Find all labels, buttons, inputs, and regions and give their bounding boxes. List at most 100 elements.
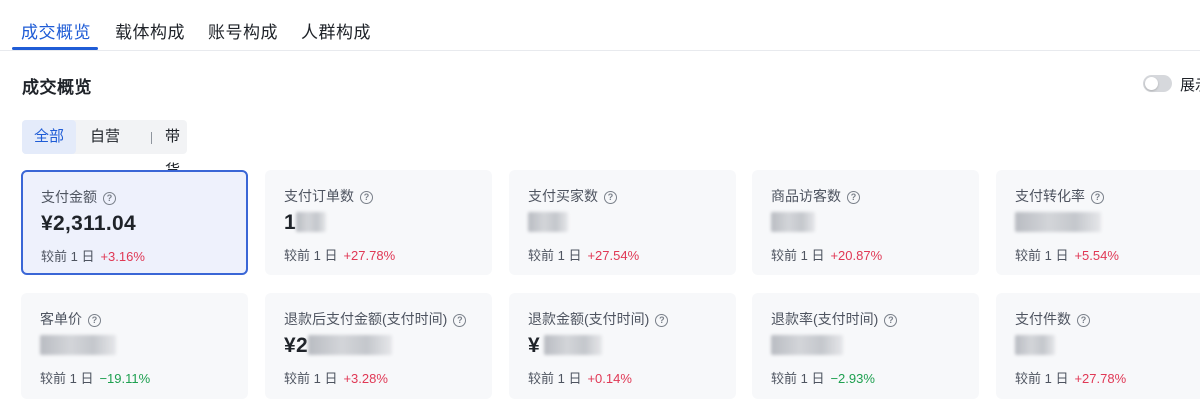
metric-compare: 较前 1 日 −19.11%	[40, 368, 150, 387]
metric-compare: 较前 1 日 −2.93%	[771, 368, 875, 387]
filter-divider	[151, 132, 152, 144]
redacted-value-mask	[1015, 212, 1101, 232]
help-icon[interactable]: ?	[847, 191, 860, 204]
metric-compare: 较前 1 日 +3.16%	[41, 246, 145, 265]
compare-label: 较前 1 日	[528, 248, 582, 263]
redacted-value-mask	[528, 212, 568, 232]
metric-delta: −2.93%	[830, 371, 875, 386]
metric-compare: 较前 1 日 +5.54%	[1015, 245, 1119, 264]
toggle-knob	[1145, 77, 1158, 90]
metric-delta: +27.78%	[343, 248, 396, 263]
metric-value	[1015, 211, 1101, 235]
metric-compare: 较前 1 日 +20.87%	[771, 245, 882, 264]
metric-compare: 较前 1 日 +27.78%	[1015, 368, 1126, 387]
metric-label: 支付订单数	[284, 188, 354, 204]
help-icon[interactable]: ?	[604, 191, 617, 204]
help-icon[interactable]: ?	[1091, 191, 1104, 204]
tab-transaction-overview[interactable]: 成交概览	[21, 18, 91, 43]
metric-value: ¥2,311.04	[41, 212, 136, 235]
channel-filter: 全部 自营 带货	[22, 120, 187, 179]
metric-card-avg-order-value[interactable]: 客单价? 较前 1 日 −19.11%	[21, 293, 248, 399]
metric-value-text: 1	[284, 211, 296, 234]
metric-value	[771, 211, 815, 235]
metric-label: 退款率(支付时间)	[771, 311, 879, 327]
redacted-value-mask	[40, 335, 116, 355]
metric-label-wrap: 支付金额?	[41, 187, 116, 207]
compare-label: 较前 1 日	[528, 371, 582, 386]
metric-delta: +3.16%	[100, 249, 145, 264]
metric-value: 1	[284, 211, 326, 235]
metric-card-refund-rate[interactable]: 退款率(支付时间)? 较前 1 日 −2.93%	[752, 293, 979, 399]
filter-all[interactable]: 全部	[22, 120, 76, 154]
metric-card-payment-amount[interactable]: 支付金额? ¥2,311.04 较前 1 日 +3.16%	[21, 170, 248, 275]
metric-delta: −19.11%	[99, 371, 151, 386]
top-tab-bar: 成交概览 载体构成 账号构成 人群构成	[0, 0, 1200, 51]
help-icon[interactable]: ?	[360, 191, 373, 204]
metric-delta: +27.78%	[1074, 371, 1127, 386]
display-toggle[interactable]	[1143, 75, 1172, 92]
help-icon[interactable]: ?	[884, 314, 898, 327]
metric-delta: +20.87%	[830, 248, 883, 263]
compare-label: 较前 1 日	[41, 249, 95, 264]
tab-account-composition[interactable]: 账号构成	[208, 18, 278, 43]
metric-label-wrap: 商品访客数?	[771, 186, 860, 206]
metric-label-wrap: 支付订单数?	[284, 186, 373, 206]
compare-label: 较前 1 日	[771, 371, 825, 386]
metric-label: 支付金额	[41, 189, 97, 205]
redacted-value-mask	[543, 335, 602, 355]
compare-label: 较前 1 日	[1015, 371, 1069, 386]
metric-label-wrap: 客单价?	[40, 309, 101, 329]
redacted-value-mask	[307, 335, 392, 355]
metric-label-wrap: 支付转化率?	[1015, 186, 1104, 206]
compare-label: 较前 1 日	[1015, 248, 1069, 263]
metric-delta: +3.28%	[343, 371, 388, 386]
metric-value	[771, 334, 843, 358]
metric-compare: 较前 1 日 +27.54%	[528, 245, 639, 264]
metric-label: 支付买家数	[528, 188, 598, 204]
compare-label: 较前 1 日	[771, 248, 825, 263]
tab-carrier-composition[interactable]: 载体构成	[115, 18, 185, 43]
compare-label: 较前 1 日	[284, 248, 338, 263]
metric-card-payment-orders[interactable]: 支付订单数? 1 较前 1 日 +27.78%	[265, 170, 492, 275]
metric-card-conversion-rate[interactable]: 支付转化率? 较前 1 日 +5.54%	[996, 170, 1200, 275]
metric-label-wrap: 退款后支付金额(支付时间)?	[284, 309, 467, 329]
metric-value	[1015, 334, 1055, 358]
help-icon[interactable]: ?	[1077, 314, 1090, 327]
metric-label: 支付转化率	[1015, 188, 1085, 204]
metric-value-text: ¥	[528, 334, 540, 357]
help-icon[interactable]: ?	[103, 192, 116, 205]
help-icon[interactable]: ?	[453, 314, 467, 327]
redacted-value-mask	[295, 212, 326, 232]
metric-delta: +5.54%	[1074, 248, 1119, 263]
metric-value: ¥	[528, 334, 602, 358]
metric-label: 商品访客数	[771, 188, 841, 204]
active-tab-indicator	[12, 47, 98, 50]
metric-card-items-paid[interactable]: 支付件数? 较前 1 日 +27.78%	[996, 293, 1200, 399]
metric-compare: 较前 1 日 +3.28%	[284, 368, 388, 387]
metric-value	[528, 211, 568, 235]
metric-compare: 较前 1 日 +27.78%	[284, 245, 395, 264]
metric-label: 支付件数	[1015, 311, 1071, 327]
metric-label-wrap: 支付件数?	[1015, 309, 1090, 329]
help-icon[interactable]: ?	[88, 314, 101, 327]
metric-label: 退款后支付金额(支付时间)	[284, 311, 448, 327]
metric-label-wrap: 退款金额(支付时间)?	[528, 309, 669, 329]
toggle-label: 展示	[1180, 77, 1200, 94]
metric-compare: 较前 1 日 +0.14%	[528, 368, 632, 387]
filter-self-operated[interactable]: 自营	[90, 120, 120, 154]
metric-label-wrap: 退款率(支付时间)?	[771, 309, 898, 329]
metric-card-visitors[interactable]: 商品访客数? 较前 1 日 +20.87%	[752, 170, 979, 275]
filter-live-selling[interactable]: 带货	[165, 120, 187, 179]
metric-label: 退款金额(支付时间)	[528, 311, 650, 327]
metric-card-refund-amount[interactable]: 退款金额(支付时间)? ¥ 较前 1 日 +0.14%	[509, 293, 736, 399]
metric-value: ¥2	[284, 334, 392, 358]
metric-card-buyers[interactable]: 支付买家数? 较前 1 日 +27.54%	[509, 170, 736, 275]
section-title: 成交概览	[22, 78, 92, 97]
tab-audience-composition[interactable]: 人群构成	[301, 18, 371, 43]
metric-label: 客单价	[40, 311, 82, 327]
help-icon[interactable]: ?	[655, 314, 669, 327]
compare-label: 较前 1 日	[40, 371, 94, 386]
metric-delta: +0.14%	[587, 371, 632, 386]
redacted-value-mask	[771, 212, 815, 232]
metric-card-net-payment-amount[interactable]: 退款后支付金额(支付时间)? ¥2 较前 1 日 +3.28%	[265, 293, 492, 399]
